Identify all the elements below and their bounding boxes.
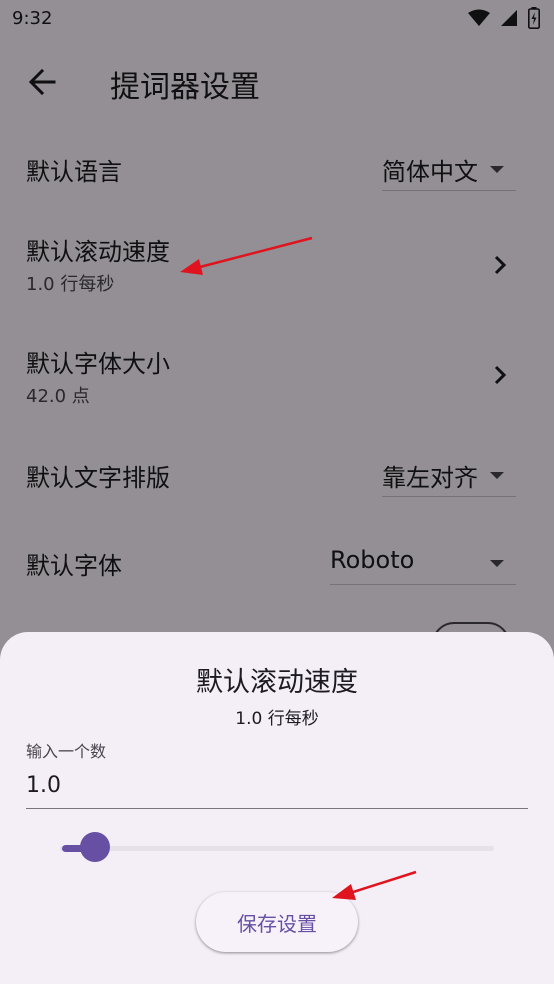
annotation-arrow-icon: [180, 236, 313, 275]
annotation-arrows: [180, 236, 417, 900]
annotation-arrow-icon: [332, 870, 417, 900]
